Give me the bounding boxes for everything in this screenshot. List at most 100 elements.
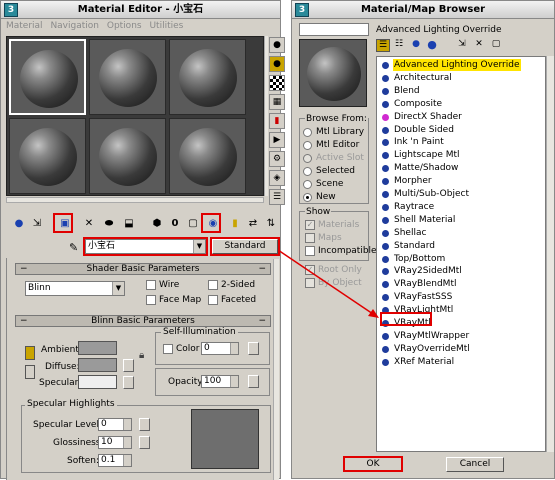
material-list-item[interactable]: Ink 'n Paint	[377, 136, 545, 149]
radio-mtl-editor[interactable]	[303, 141, 312, 150]
two-sided-checkbox[interactable]	[208, 280, 218, 290]
specular-color-swatch[interactable]	[78, 375, 117, 389]
material-list-item[interactable]: VRayFastSSS	[377, 291, 545, 304]
sample-slots-scrollbar[interactable]	[264, 36, 268, 196]
diffuse-lock-bracket[interactable]	[25, 365, 35, 379]
self-illum-color-checkbox[interactable]	[163, 344, 173, 354]
radio-scene[interactable]	[303, 180, 312, 189]
background-icon[interactable]	[269, 75, 285, 91]
glossiness-spinner[interactable]: 10	[98, 436, 132, 449]
material-list-item[interactable]: Composite	[377, 98, 545, 111]
blinn-rollout-header[interactable]: − Blinn Basic Parameters −	[15, 315, 271, 327]
view-small-icons-icon[interactable]: ●	[409, 39, 423, 52]
material-list-item[interactable]: Shell Material	[377, 214, 545, 227]
sample-slot-2[interactable]	[89, 39, 166, 115]
self-illum-value-spinner[interactable]: 0	[201, 342, 239, 355]
pick-material-icon[interactable]: ⇅	[263, 216, 279, 232]
specular-map-button[interactable]	[123, 376, 134, 389]
opacity-spinner[interactable]: 100	[201, 375, 239, 388]
menu-material[interactable]: Material	[6, 21, 43, 31]
eyedropper-icon[interactable]: ✎	[69, 241, 78, 254]
make-unique-icon[interactable]: ⬓	[121, 216, 137, 232]
reset-material-icon[interactable]: ✕	[81, 216, 97, 232]
opacity-map-button[interactable]	[248, 375, 259, 388]
ambient-color-swatch[interactable]	[78, 341, 117, 355]
uv-tiling-icon[interactable]: ▦	[269, 94, 285, 110]
video-color-check-icon[interactable]: ▮	[269, 113, 285, 129]
sample-slot-3[interactable]	[169, 39, 246, 115]
get-material-icon[interactable]: ●	[11, 216, 27, 232]
material-list-item[interactable]: VRayBlendMtl	[377, 278, 545, 291]
faceted-checkbox[interactable]	[208, 295, 218, 305]
ambient-lock-bracket[interactable]	[25, 346, 35, 360]
menu-utilities[interactable]: Utilities	[149, 21, 183, 31]
radio-new[interactable]	[303, 193, 312, 202]
show-incompatible-checkbox[interactable]	[305, 246, 315, 256]
specular-level-map-button[interactable]	[139, 418, 150, 431]
select-by-material-icon[interactable]: ◈	[269, 170, 285, 186]
self-illum-map-button[interactable]	[248, 342, 259, 355]
material-list-item[interactable]: Matte/Shadow	[377, 162, 545, 175]
radio-mtl-library[interactable]	[303, 128, 312, 137]
browser-titlebar[interactable]: 3 Material/Map Browser	[292, 1, 554, 19]
shader-rollout-header[interactable]: − Shader Basic Parameters −	[15, 263, 271, 275]
menu-navigation[interactable]: Navigation	[50, 21, 99, 31]
sample-slot-4[interactable]	[9, 118, 86, 194]
glossiness-map-button[interactable]	[139, 436, 150, 449]
menu-options[interactable]: Options	[107, 21, 142, 31]
material-list-scrollbar[interactable]	[546, 56, 554, 452]
delete-from-library-icon[interactable]: ✕	[472, 39, 486, 52]
material-list-item[interactable]: Architectural	[377, 72, 545, 85]
material-list-item[interactable]: Lightscape Mtl	[377, 149, 545, 162]
material-list-item[interactable]: Blend	[377, 85, 545, 98]
soften-spinner[interactable]: 0.1	[98, 454, 132, 467]
view-large-icons-icon[interactable]: ●	[425, 39, 439, 52]
radio-selected[interactable]	[303, 167, 312, 176]
material-editor-titlebar[interactable]: 3 Material Editor - 小宝石	[1, 1, 280, 19]
material-list-item[interactable]: Double Sided	[377, 124, 545, 137]
diffuse-color-swatch[interactable]	[78, 358, 117, 372]
update-scene-materials-icon[interactable]: ⇲	[455, 39, 469, 52]
material-list-item[interactable]: Shellac	[377, 227, 545, 240]
view-list-icons-icon[interactable]: ☷	[392, 39, 406, 52]
material-list-item[interactable]: VRay2SidedMtl	[377, 265, 545, 278]
make-preview-icon[interactable]: ▶	[269, 132, 285, 148]
cancel-button[interactable]: Cancel	[446, 457, 504, 472]
browser-search-field[interactable]	[299, 23, 369, 36]
make-copy-icon[interactable]: ⬬	[101, 216, 117, 232]
material-list-item[interactable]: Multi/Sub-Object	[377, 188, 545, 201]
material-list-item[interactable]: XRef Material	[377, 356, 545, 369]
go-forward-to-sibling-icon[interactable]: ⇄	[245, 216, 261, 232]
material-effects-channel-icon[interactable]: 0	[167, 216, 183, 232]
go-to-parent-icon[interactable]: ▮	[227, 216, 243, 232]
view-list-icon[interactable]: ☰	[376, 39, 390, 52]
sample-slots-hscroll[interactable]	[6, 197, 264, 203]
face-map-checkbox[interactable]	[146, 295, 156, 305]
material-list-item[interactable]: Advanced Lighting Override	[377, 59, 545, 72]
clear-library-icon[interactable]: ▢	[489, 39, 503, 52]
sample-slot-5[interactable]	[89, 118, 166, 194]
vraymtl-highlight	[380, 312, 432, 326]
material-list-item[interactable]: Top/Bottom	[377, 253, 545, 266]
specular-level-spinner[interactable]: 0	[98, 418, 132, 431]
material-navigator-icon[interactable]: ☰	[269, 189, 285, 205]
backlight-icon[interactable]: ●	[269, 56, 285, 72]
sample-type-icon[interactable]: ●	[269, 37, 285, 53]
shader-type-dropdown[interactable]: Blinn ▼	[25, 281, 125, 296]
material-list-item[interactable]: Standard	[377, 240, 545, 253]
material-list-item[interactable]: VRayOverrideMtl	[377, 343, 545, 356]
material-list-item[interactable]: VRayMtlWrapper	[377, 330, 545, 343]
options-icon[interactable]: ⚙	[269, 151, 285, 167]
put-to-library-icon[interactable]: ⬢	[149, 216, 165, 232]
material-list-item[interactable]: Morpher	[377, 175, 545, 188]
parameters-scrollbar[interactable]	[273, 259, 279, 480]
sample-slot-6[interactable]	[169, 118, 246, 194]
show-map-in-viewport-icon[interactable]: ▢	[185, 216, 201, 232]
material-list-item[interactable]: Raytrace	[377, 201, 545, 214]
diffuse-map-button[interactable]	[123, 359, 134, 372]
sample-slot-1[interactable]	[9, 39, 86, 115]
lock-icon[interactable]: 🔒︎	[139, 350, 144, 361]
put-to-scene-icon[interactable]: ⇲	[29, 216, 45, 232]
wire-checkbox[interactable]	[146, 280, 156, 290]
material-list-item[interactable]: DirectX Shader	[377, 111, 545, 124]
